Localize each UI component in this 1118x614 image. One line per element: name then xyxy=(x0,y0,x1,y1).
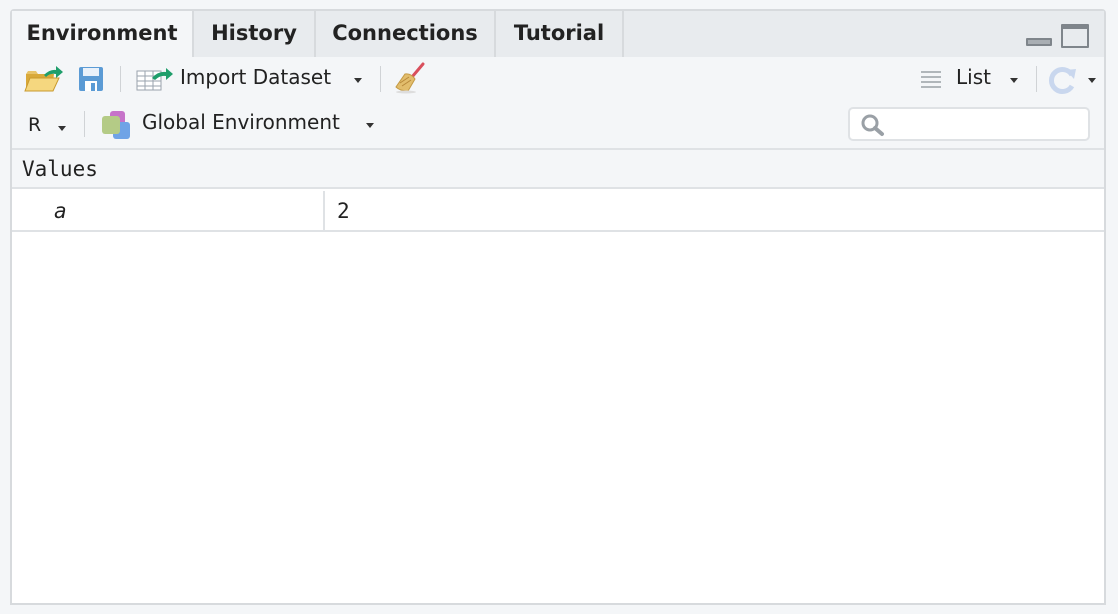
broom-icon[interactable] xyxy=(392,61,428,95)
refresh-button[interactable] xyxy=(1046,63,1096,95)
chevron-down-icon xyxy=(1010,78,1018,83)
variable-value: 2 xyxy=(337,199,350,223)
environment-icon xyxy=(102,111,130,139)
variable-name: a xyxy=(12,191,325,230)
minimize-icon[interactable] xyxy=(1026,38,1052,46)
environment-pane: Environment History Connections Tutorial xyxy=(10,9,1106,605)
chevron-down-icon xyxy=(354,78,362,83)
language-dropdown[interactable]: R xyxy=(22,108,72,140)
view-mode-dropdown[interactable]: List xyxy=(920,63,1024,95)
maximize-icon[interactable] xyxy=(1061,24,1089,48)
language-label: R xyxy=(28,114,42,136)
tab-history[interactable]: History xyxy=(194,11,316,57)
tab-environment[interactable]: Environment xyxy=(12,11,194,58)
environment-dropdown[interactable]: Global Environment xyxy=(98,108,388,140)
tab-tutorial[interactable]: Tutorial xyxy=(496,11,624,57)
chevron-down-icon xyxy=(58,126,66,131)
refresh-icon xyxy=(1049,67,1076,94)
tab-connections[interactable]: Connections xyxy=(316,11,496,57)
search-input[interactable] xyxy=(890,113,1084,137)
import-dataset-label: Import Dataset xyxy=(180,65,332,89)
toolbar-separator xyxy=(380,66,381,92)
toolbar-separator xyxy=(1036,66,1037,92)
import-dataset-button[interactable]: Import Dataset xyxy=(136,63,368,95)
section-header-values: Values xyxy=(12,150,1104,189)
environment-label: Global Environment xyxy=(142,110,340,134)
chevron-down-icon xyxy=(366,123,374,128)
table-row[interactable]: a 2 xyxy=(12,191,1104,232)
save-icon[interactable] xyxy=(78,66,104,92)
search-icon xyxy=(861,114,884,136)
list-icon xyxy=(921,71,941,88)
open-folder-icon[interactable] xyxy=(24,65,64,93)
toolbar-separator xyxy=(120,66,121,92)
chevron-down-icon xyxy=(1088,78,1096,83)
search-box[interactable] xyxy=(848,107,1090,141)
tab-bar: Environment History Connections Tutorial xyxy=(12,11,1104,58)
view-mode-label: List xyxy=(956,65,991,89)
toolbar-separator xyxy=(84,111,85,137)
import-table-icon xyxy=(136,68,173,91)
environment-toolbar: Import Dataset List xyxy=(12,57,1104,102)
